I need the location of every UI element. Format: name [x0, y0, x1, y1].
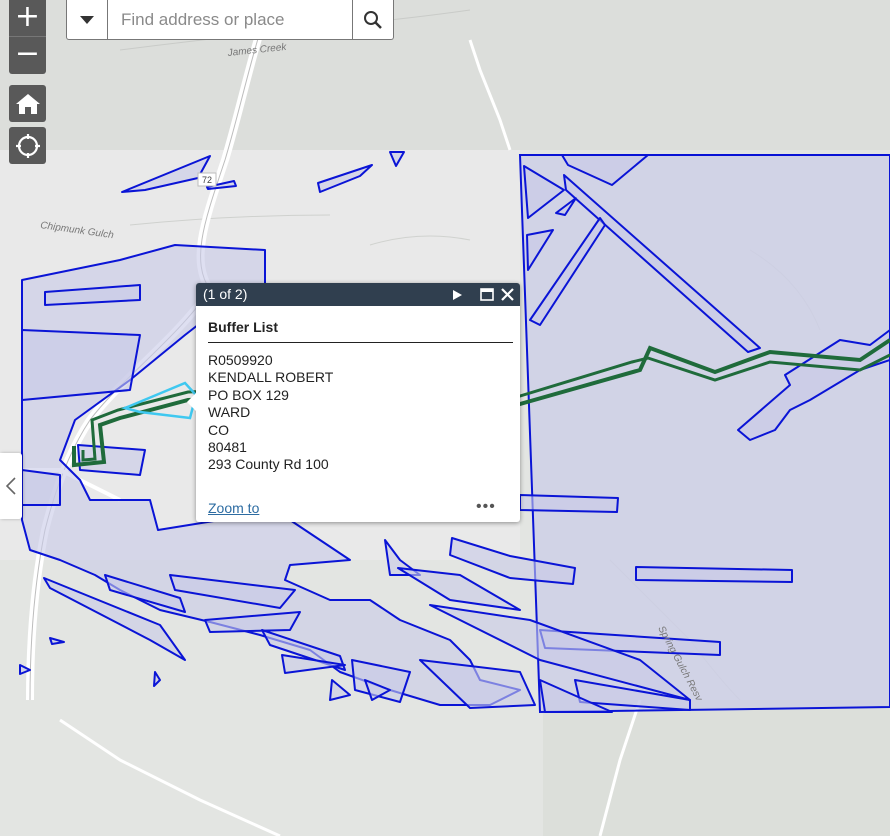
popup-header: (1 of 2)	[196, 283, 520, 306]
route-label: 72	[202, 175, 212, 185]
next-feature-button[interactable]	[449, 286, 466, 303]
caret-down-icon	[80, 15, 94, 24]
locate-icon	[15, 133, 40, 158]
zoom-to-link[interactable]: Zoom to	[208, 500, 259, 516]
popup-pointer	[187, 393, 196, 411]
close-button[interactable]	[499, 286, 516, 303]
zoom-in-button[interactable]: +	[9, 0, 46, 37]
chevron-left-icon	[6, 477, 16, 495]
attribute-owner: KENDALL ROBERT	[208, 369, 334, 386]
home-icon	[15, 93, 40, 114]
popup-count: (1 of 2)	[203, 286, 248, 302]
more-actions-button[interactable]: •••	[476, 498, 496, 516]
zoom-out-button[interactable]: −	[9, 37, 46, 73]
popup-title: Buffer List	[208, 319, 278, 335]
close-icon	[501, 288, 514, 301]
maximize-button[interactable]	[478, 286, 495, 303]
sidebar-toggle[interactable]	[0, 453, 22, 519]
popup-attributes: R0509920 KENDALL ROBERT PO BOX 129 WARD …	[208, 352, 333, 474]
zoom-control: + −	[9, 0, 46, 74]
home-button[interactable]	[9, 85, 46, 122]
attribute-mailing-address: PO BOX 129	[208, 386, 289, 403]
search-widget	[66, 0, 394, 40]
search-input[interactable]	[113, 0, 353, 39]
attribute-state: CO	[208, 421, 229, 438]
attribute-zip: 80481	[208, 439, 247, 456]
maximize-icon	[479, 288, 494, 301]
attribute-city: WARD	[208, 404, 251, 421]
feature-popup: (1 of 2) Buffer List R0509920 KENDALL RO…	[187, 283, 520, 522]
search-source-dropdown[interactable]	[67, 0, 108, 39]
play-icon	[453, 289, 462, 300]
popup-divider	[208, 342, 513, 343]
search-icon	[364, 10, 382, 29]
attribute-site-address: 293 County Rd 100	[208, 456, 329, 473]
locate-button[interactable]	[9, 127, 46, 164]
attribute-parcel-id: R0509920	[208, 352, 273, 368]
search-button[interactable]	[352, 0, 393, 39]
